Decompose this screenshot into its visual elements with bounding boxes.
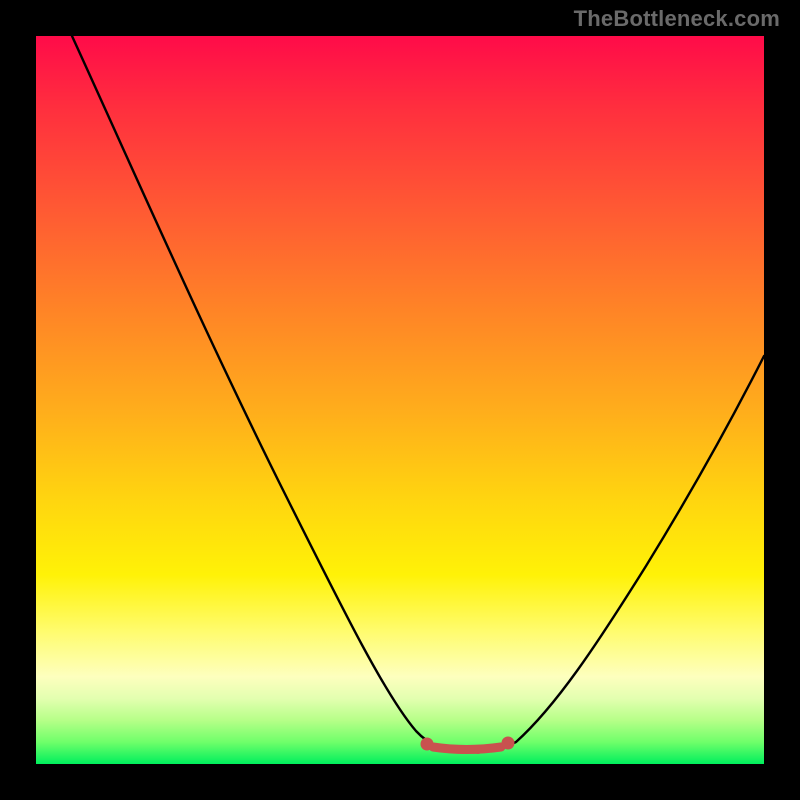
flat-zone-dot (474, 746, 482, 754)
bottleneck-curve-svg (36, 36, 764, 764)
flat-zone-dot (489, 744, 497, 752)
watermark-text: TheBottleneck.com (574, 6, 780, 32)
flat-zone-dot (442, 745, 450, 753)
flat-zone-dot-right (502, 737, 515, 750)
bottleneck-curve (72, 36, 764, 750)
flat-zone-dot (458, 746, 466, 754)
flat-zone-dot-left (421, 738, 434, 751)
plot-area (36, 36, 764, 764)
chart-frame: TheBottleneck.com (0, 0, 800, 800)
